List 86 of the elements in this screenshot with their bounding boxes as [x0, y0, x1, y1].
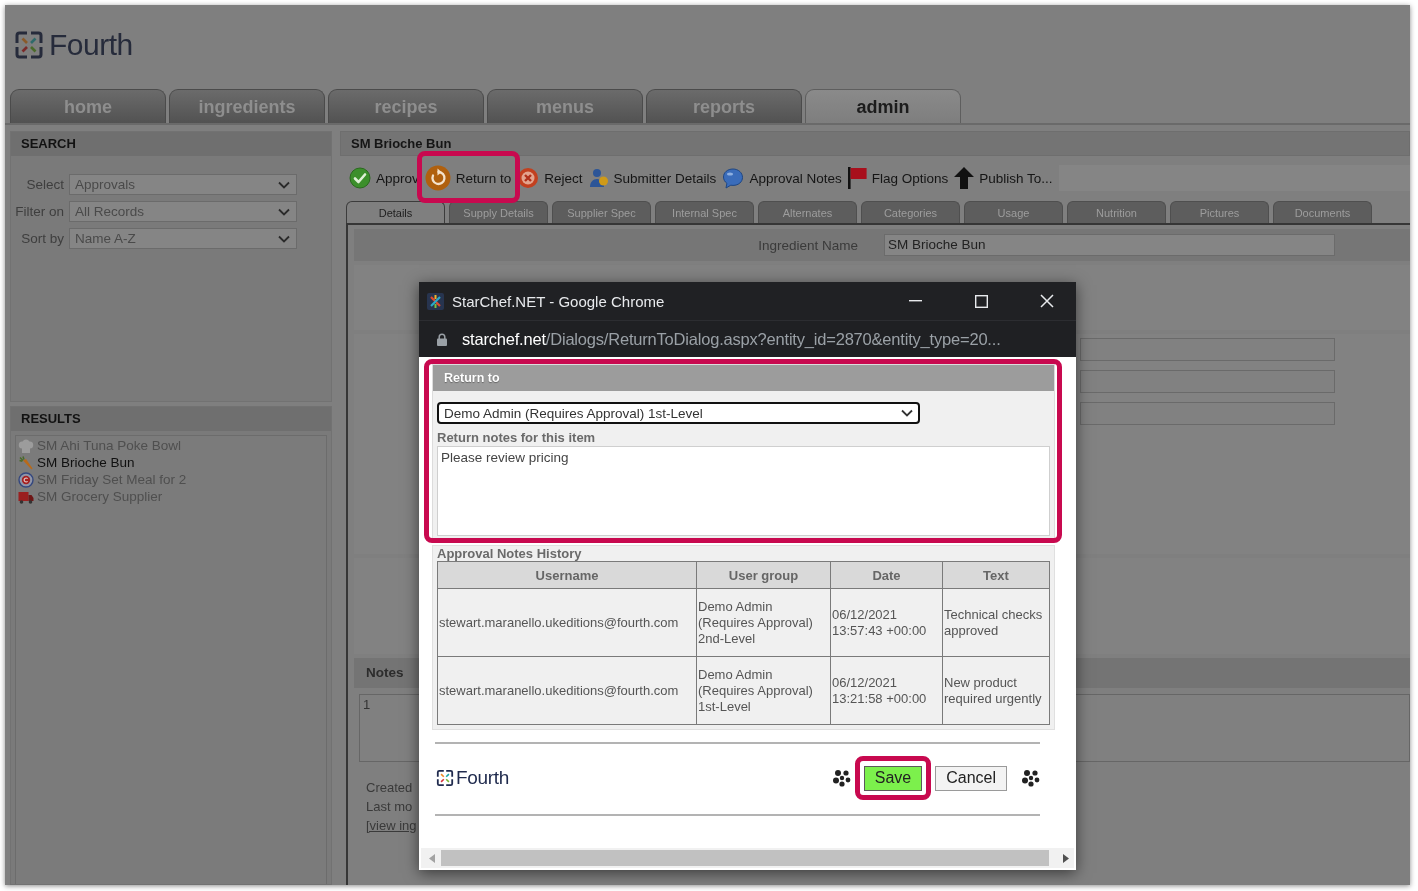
horizontal-scrollbar[interactable] — [421, 848, 1074, 868]
left-arrow-icon — [429, 853, 435, 863]
chevron-down-icon — [901, 409, 913, 417]
field-label: Filter on — [14, 204, 64, 219]
record-title-bar: SM Brioche Bun — [340, 131, 1410, 156]
person-icon — [588, 167, 609, 189]
dropdown[interactable]: Approvals — [69, 174, 297, 195]
table-cell: Demo Admin (Requires Approval) 2nd-Level — [696, 588, 831, 657]
toolbar-button[interactable]: Approv — [346, 164, 422, 192]
x-circle-icon — [517, 167, 540, 189]
tab[interactable]: Nutrition — [1067, 201, 1166, 223]
spinner-icon — [1022, 769, 1040, 787]
input-field[interactable] — [1080, 370, 1335, 393]
close-icon — [1040, 294, 1054, 308]
panel-header: RESULTS — [11, 407, 331, 431]
tab[interactable]: Documents — [1273, 201, 1372, 223]
lock-icon — [437, 332, 447, 346]
cancel-button[interactable]: Cancel — [935, 765, 1007, 791]
save-button[interactable]: Save — [863, 765, 923, 791]
tab[interactable]: Internal Spec — [655, 201, 754, 223]
chevron-down-icon — [278, 207, 290, 216]
toolbar-button[interactable]: Reject — [514, 164, 586, 192]
up-arrow-icon — [954, 167, 975, 189]
dropdown[interactable]: Name A-Z — [69, 228, 297, 249]
url-text[interactable]: starchef.net/Dialogs/ReturnToDialog.aspx?entity_id=2870&entity_type=20... — [462, 329, 1001, 349]
tab[interactable]: Pictures — [1170, 201, 1269, 223]
chef-hat-icon — [18, 437, 34, 454]
logo-text: Fourth — [49, 29, 133, 61]
spinner-icon — [832, 769, 851, 787]
recipient-dropdown[interactable]: Demo Admin (Requires Approval) 1st-Level — [437, 402, 920, 424]
logo-text: Fourth — [456, 767, 510, 789]
toolbar-button[interactable]: Submitter Details — [585, 164, 720, 192]
view-link[interactable]: [view ing — [366, 816, 417, 835]
tab[interactable]: Alternates — [758, 201, 857, 223]
speech-bubble-icon — [722, 167, 745, 189]
input-field[interactable] — [1080, 402, 1335, 425]
column-header: Text — [942, 561, 1050, 589]
tab[interactable]: Usage — [964, 201, 1063, 223]
notes-textarea[interactable]: Please review pricing — [437, 446, 1050, 536]
field-label: Select — [25, 177, 64, 192]
nav-tab[interactable]: reports — [646, 89, 802, 123]
table-cell: 06/12/2021 13:57:43 +00:00 — [830, 588, 943, 657]
nav-tab[interactable]: admin — [805, 89, 961, 123]
table-cell: Technical checks approved — [942, 588, 1050, 657]
table-cell: stewart.maranello.ukeditions@fourth.com — [437, 656, 697, 725]
table-cell: 06/12/2021 13:21:58 +00:00 — [830, 656, 943, 725]
info-text: Last mo — [366, 798, 413, 816]
tab[interactable]: Supplier Spec — [552, 201, 651, 223]
chevron-down-icon — [278, 234, 290, 243]
scrollbar-thumb[interactable] — [441, 850, 1049, 866]
target-icon — [18, 471, 34, 488]
tab[interactable]: Categories — [861, 201, 960, 223]
right-arrow-icon — [1063, 853, 1069, 863]
panel-header: SEARCH — [11, 132, 331, 156]
maximize-icon — [974, 294, 988, 308]
tab[interactable]: Supply Details — [449, 201, 548, 223]
window-title: StarChef.NET - Google Chrome — [452, 292, 665, 310]
input-field[interactable] — [1080, 338, 1335, 361]
toolbar-button[interactable]: Return to — [421, 164, 515, 192]
check-circle-icon — [349, 167, 371, 189]
column-header: Username — [437, 561, 697, 589]
logo-icon — [436, 769, 454, 787]
dropdown[interactable]: All Records — [69, 201, 297, 222]
field-label: Ingredient Name — [757, 237, 858, 253]
section-label: Approval Notes History — [437, 546, 583, 561]
toolbar-button[interactable]: Approval Notes — [719, 164, 845, 192]
field-label: Return notes for this item — [437, 430, 596, 445]
table-cell: stewart.maranello.ukeditions@fourth.com — [437, 588, 697, 657]
table-cell: New product required urgently — [942, 656, 1050, 725]
chevron-down-icon — [278, 180, 290, 189]
column-header: Date — [830, 561, 943, 589]
flag-icon — [847, 167, 867, 189]
field-label: Sort by — [20, 231, 64, 246]
panel-header: Return to — [433, 365, 1054, 391]
info-text: Created — [366, 779, 413, 797]
tab[interactable]: Details — [346, 201, 445, 223]
app-icon — [427, 292, 444, 310]
text-field[interactable]: SM Brioche Bun — [884, 234, 1335, 256]
column-header: User group — [696, 561, 831, 589]
minimize-icon — [908, 300, 922, 302]
toolbar-button[interactable]: Flag Options — [844, 164, 952, 192]
table-cell: Demo Admin (Requires Approval) 1st-Level — [696, 656, 831, 725]
logo-icon — [14, 30, 44, 60]
result-item[interactable]: SM Brioche Bun — [18, 454, 135, 471]
carrot-icon — [18, 454, 34, 471]
toolbar-button[interactable]: Publish To... — [951, 164, 1056, 192]
